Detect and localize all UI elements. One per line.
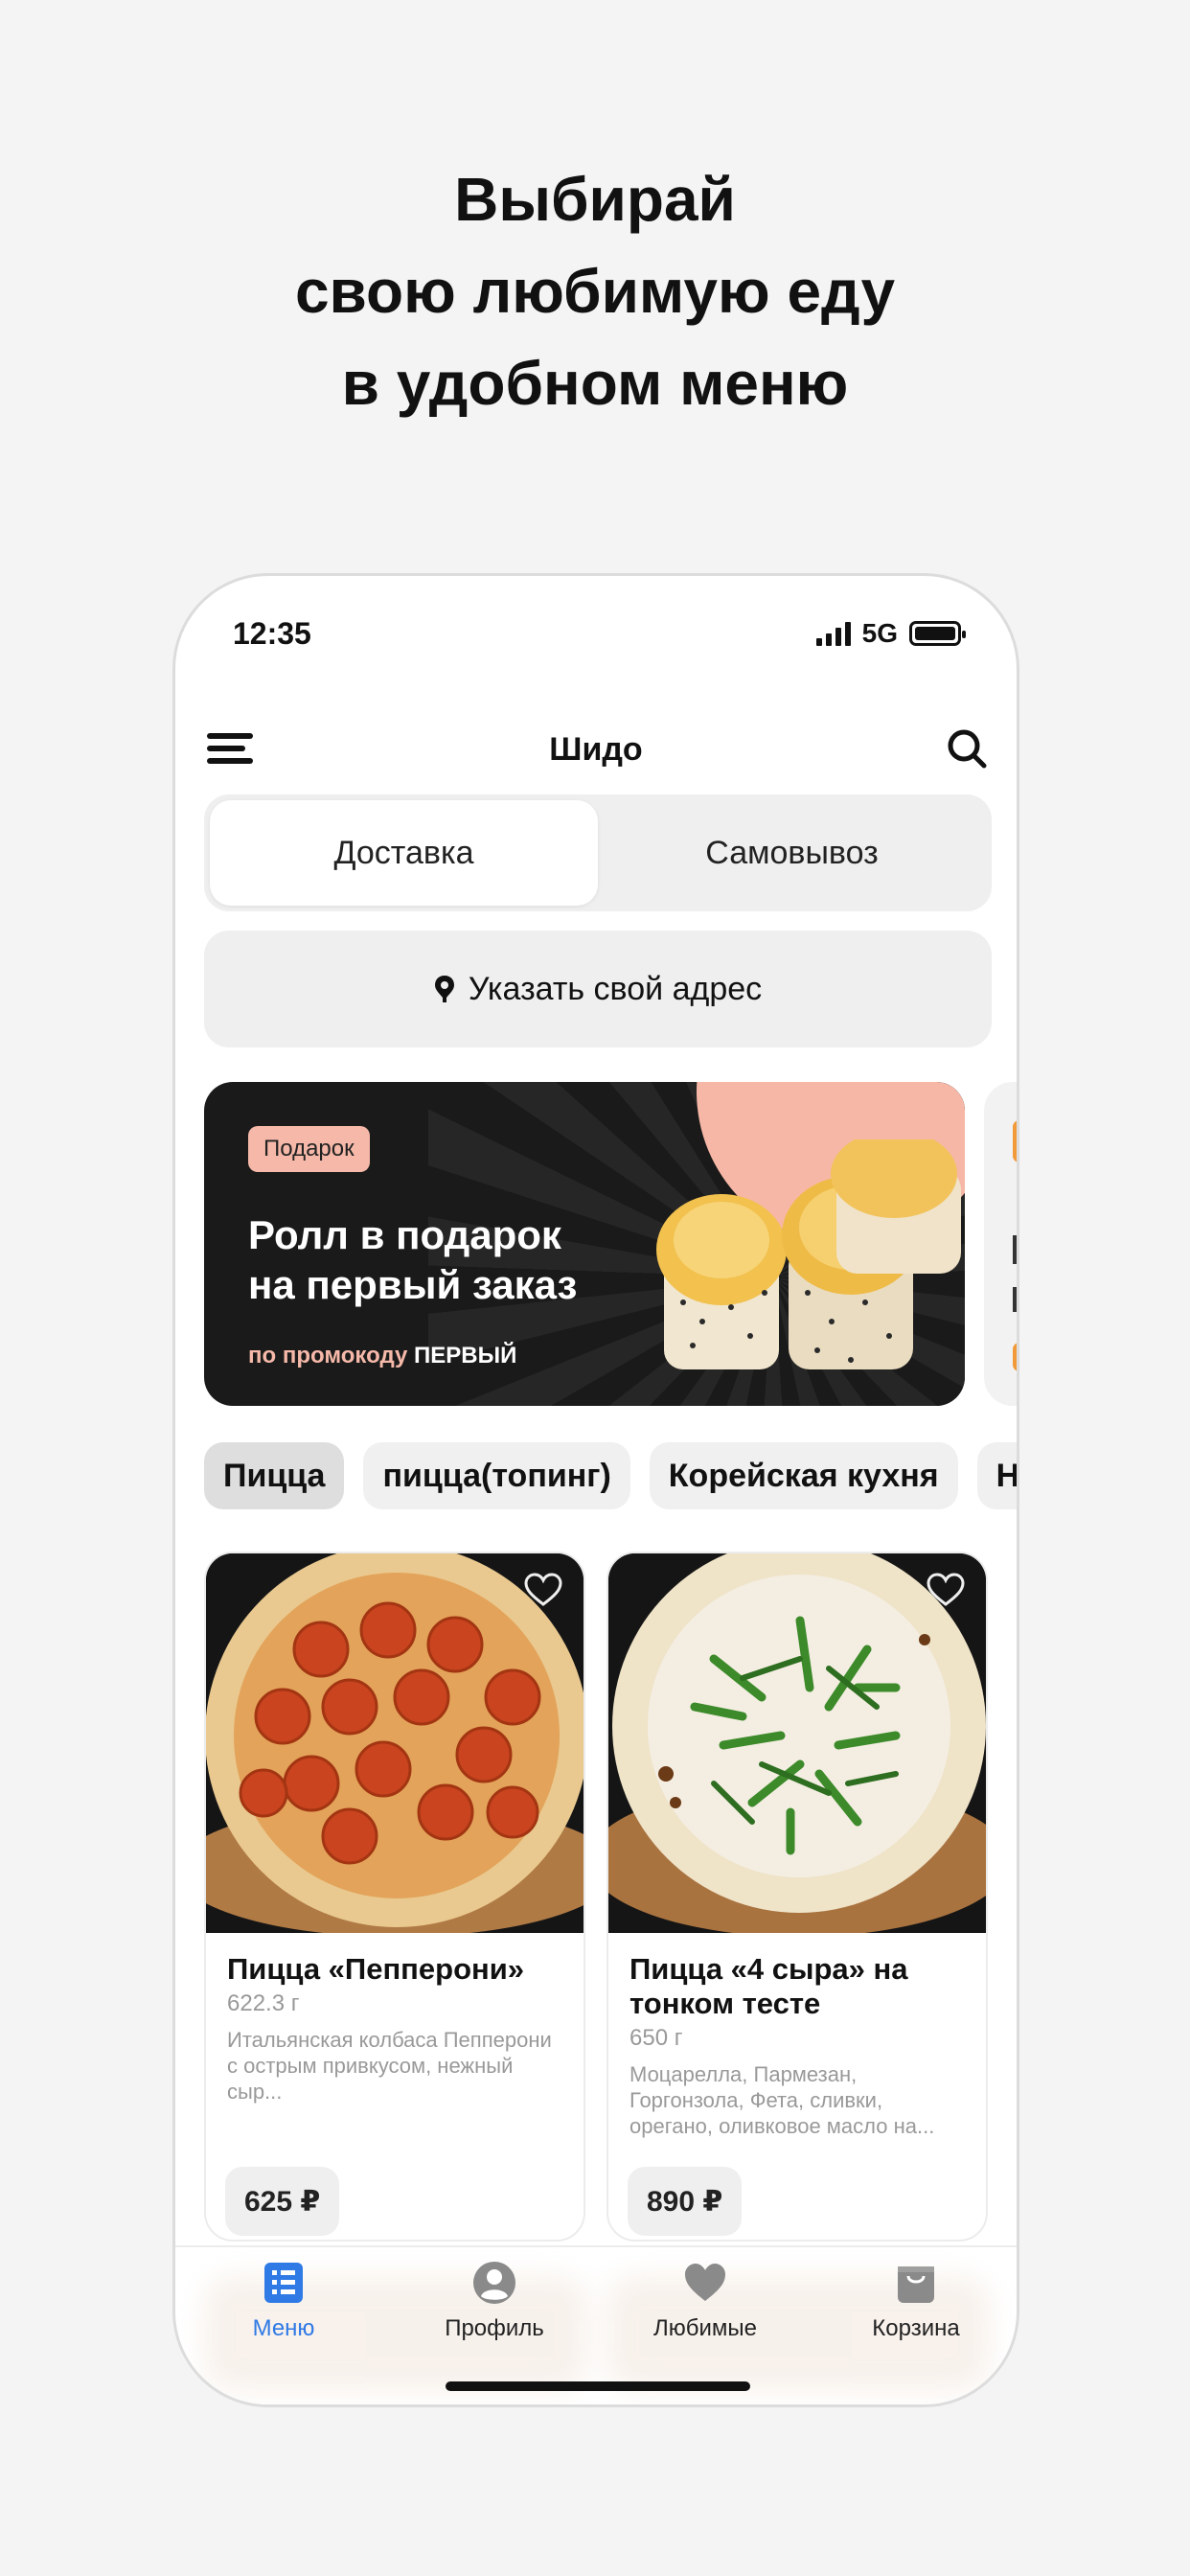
promo-code: ПЕРВЫЙ: [414, 1343, 517, 1368]
app-header: Шидо: [175, 701, 1017, 806]
bag-icon: [898, 2266, 934, 2303]
promo-prefix: по промокоду: [248, 1343, 408, 1368]
category-chip-korean[interactable]: Корейская кухня: [649, 1442, 958, 1509]
status-indicators: 5G: [815, 618, 966, 649]
promo-headline: Выбирай свою любимую еду в удобном меню: [0, 153, 1190, 429]
headline-line-1: Выбирай: [454, 165, 736, 234]
product-card[interactable]: Пицца «4 сыра» на тонком тесте 650 г Моц…: [606, 1552, 988, 2242]
tab-favorites-label: Любимые: [653, 2315, 757, 2341]
tab-menu-label: Меню: [252, 2315, 315, 2341]
tab-profile-label: Профиль: [445, 2315, 544, 2341]
headline-line-3: в удобном меню: [341, 349, 849, 418]
banner-tag: Подарок: [248, 1126, 370, 1172]
tab-favorites[interactable]: Любимые: [619, 2261, 791, 2342]
banner-heading-line-1: Ролл в подарок: [248, 1212, 561, 1257]
sushi-rolls-image: [656, 1139, 961, 1369]
search-icon[interactable]: [946, 727, 988, 770]
tab-menu[interactable]: Меню: [197, 2261, 370, 2342]
product-card[interactable]: Пицца «Пепперони» 622.3 г Итальянская ко…: [204, 1552, 585, 2242]
tab-profile[interactable]: Профиль: [408, 2261, 581, 2342]
address-button[interactable]: Указать свой адрес: [204, 931, 992, 1047]
network-label: 5G: [861, 618, 898, 648]
address-label: Указать свой адрес: [468, 970, 763, 1007]
app-title: Шидо: [549, 731, 643, 768]
category-chip-pizza[interactable]: Пицца: [204, 1442, 345, 1509]
headline-line-2: свою любимую еду: [294, 257, 896, 326]
profile-icon: [473, 2262, 515, 2304]
product-name: Пицца «4 сыра» на тонком тесте: [629, 1952, 908, 2020]
location-pin-icon: [434, 976, 454, 1002]
price-button[interactable]: 890 ₽: [628, 2167, 743, 2236]
next-banner-peek[interactable]: [984, 1082, 1017, 1406]
banner-heading-line-2: на первый заказ: [248, 1262, 578, 1307]
status-time: 12:35: [233, 616, 311, 651]
four-cheese-pizza-image: [608, 1553, 986, 1933]
battery-icon: [909, 621, 966, 646]
delivery-option[interactable]: Доставка: [210, 800, 598, 906]
product-description: Моцарелла, Пармезан, Горгонзола, Фета, с…: [629, 2062, 935, 2138]
product-weight: 650 г: [629, 2025, 683, 2051]
pickup-option[interactable]: Самовывоз: [598, 800, 986, 906]
product-body: Пицца «Пепперони» 622.3 г Итальянская ко…: [206, 1933, 584, 2104]
tab-cart[interactable]: Корзина: [830, 2261, 1002, 2342]
menu-list-icon: [264, 2263, 303, 2303]
tab-cart-label: Корзина: [872, 2315, 960, 2341]
banner-promo: по промокоду ПЕРВЫЙ: [248, 1343, 516, 1369]
category-chips: Пицца пицца(топинг) Корейская кухня Н: [204, 1442, 1017, 1509]
phone-frame: 12:35 5G Шидо Доставка Самовывоз Указать…: [172, 573, 1019, 2407]
pepperoni-pizza-image: [206, 1553, 584, 1933]
promo-banner[interactable]: Подарок Ролл в подарок на первый заказ п…: [204, 1082, 965, 1406]
favorite-heart-icon[interactable]: [524, 1573, 562, 1607]
category-chip-pizza-topping[interactable]: пицца(топинг): [363, 1442, 630, 1509]
product-weight: 622.3 г: [227, 1990, 300, 2016]
favorite-heart-icon[interactable]: [927, 1573, 965, 1607]
delivery-mode-toggle: Доставка Самовывоз: [204, 794, 992, 911]
signal-icon: [815, 621, 851, 646]
product-image: [206, 1553, 584, 1933]
banner-heading: Ролл в подарок на первый заказ: [248, 1210, 577, 1310]
status-bar: 12:35 5G: [175, 576, 1017, 691]
product-description: Итальянская колбаса Пепперони с острым п…: [227, 2028, 552, 2104]
home-indicator: [446, 2381, 750, 2391]
product-image: [608, 1553, 986, 1933]
category-chip-next[interactable]: Н: [976, 1442, 1017, 1509]
price-button[interactable]: 625 ₽: [225, 2167, 340, 2236]
heart-icon: [685, 2264, 725, 2301]
product-body: Пицца «4 сыра» на тонком тесте 650 г Моц…: [608, 1933, 986, 2139]
product-name: Пицца «Пепперони»: [227, 1952, 525, 1986]
